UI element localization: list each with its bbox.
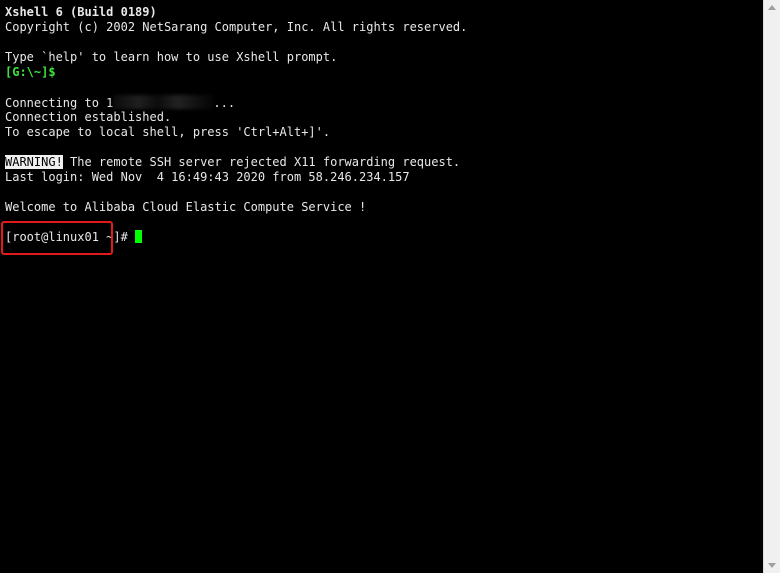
vertical-scrollbar[interactable] — [763, 0, 780, 573]
chevron-down-icon[interactable] — [768, 563, 776, 568]
connecting-prefix: Connecting to 1 — [5, 96, 114, 110]
chevron-up-icon[interactable] — [768, 5, 776, 10]
connecting-suffix: ... — [213, 96, 236, 110]
established-line: Connection established. — [5, 110, 172, 124]
redacted-host — [113, 95, 214, 109]
last-login-line: Last login: Wed Nov 4 16:49:43 2020 from… — [5, 170, 410, 184]
local-prompt: [G:\~]$ — [5, 65, 56, 79]
connecting-line: Connecting to 1... — [5, 95, 235, 110]
welcome-line: Welcome to Alibaba Cloud Elastic Compute… — [5, 200, 367, 214]
prompt-highlight-box — [1, 221, 113, 255]
banner-title: Xshell 6 (Build 0189) — [5, 5, 157, 19]
warning-text: The remote SSH server rejected X11 forwa… — [62, 155, 461, 169]
warning-line: WARNING! The remote SSH server rejected … — [5, 155, 460, 170]
help-line: Type `help' to learn how to use Xshell p… — [5, 50, 338, 64]
warning-label: WARNING! — [5, 155, 63, 169]
escape-hint-line: To escape to local shell, press 'Ctrl+Al… — [5, 125, 331, 139]
copyright-line: Copyright (c) 2002 NetSarang Computer, I… — [5, 20, 468, 34]
terminal-window[interactable]: Xshell 6 (Build 0189) Copyright (c) 2002… — [0, 0, 763, 573]
text-cursor — [134, 230, 142, 243]
